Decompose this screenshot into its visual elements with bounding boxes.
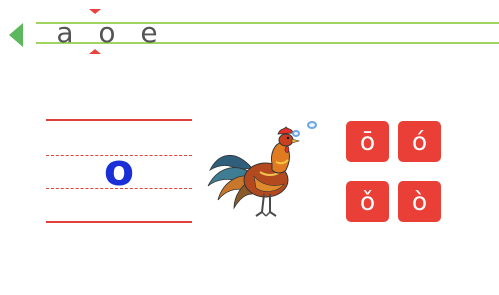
current-letter: o xyxy=(103,145,135,196)
letter-tab-o[interactable]: o xyxy=(86,15,128,51)
tone-button-fourth[interactable]: ò xyxy=(398,181,441,222)
letter-tab-e[interactable]: e xyxy=(128,15,170,51)
letter-selector: a o e xyxy=(44,15,170,51)
back-button[interactable] xyxy=(8,22,24,48)
writing-line-bottom xyxy=(46,221,192,223)
back-arrow-icon xyxy=(9,23,23,47)
writing-board: o xyxy=(46,118,192,226)
selection-marker-top-icon xyxy=(89,9,101,14)
writing-line-top xyxy=(46,119,192,121)
tone-button-second[interactable]: ó xyxy=(398,121,441,162)
tone-button-third[interactable]: ǒ xyxy=(346,181,389,222)
letter-tab-a[interactable]: a xyxy=(44,15,86,51)
tone-button-first[interactable]: ō xyxy=(346,121,389,162)
thought-bubble-icon xyxy=(307,121,317,129)
thought-bubble-small-icon xyxy=(292,130,300,137)
